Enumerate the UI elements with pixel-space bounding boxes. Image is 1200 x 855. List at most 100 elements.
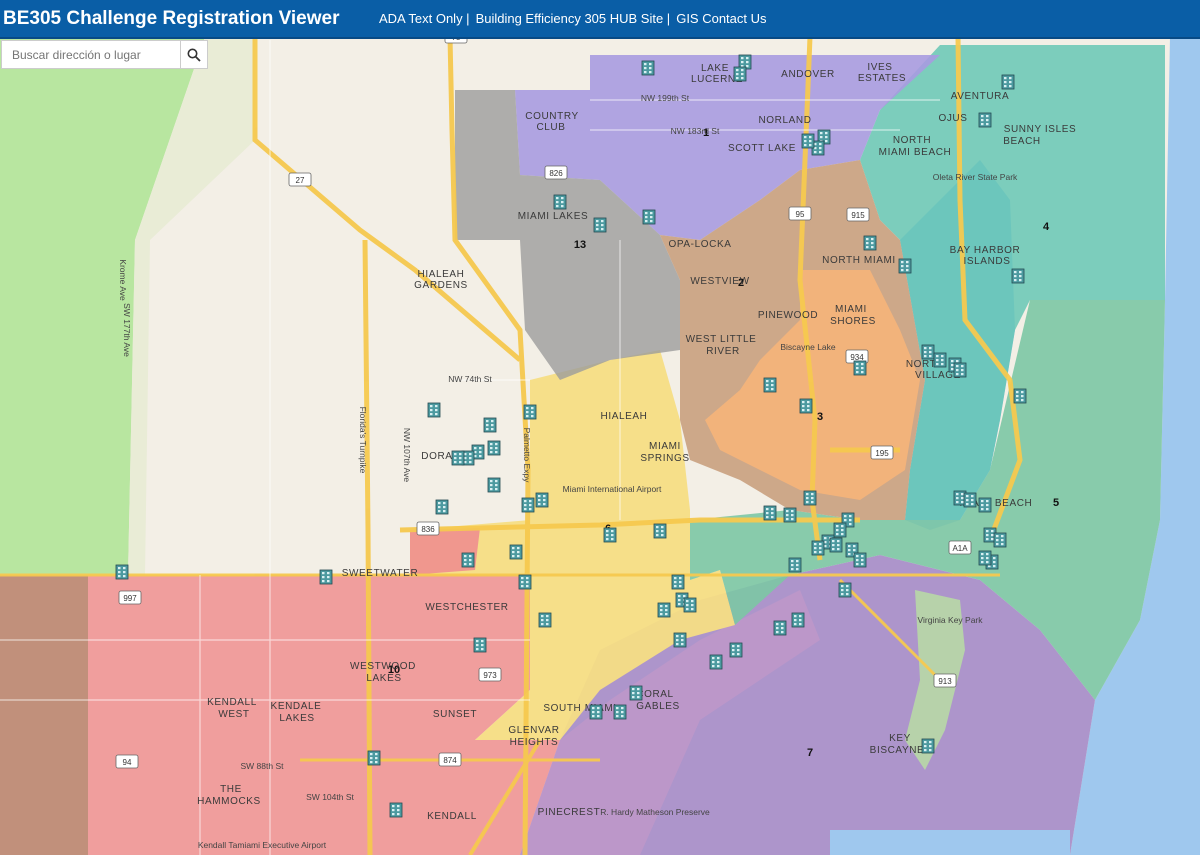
map-canvas[interactable]: 1 2 3 4 5 6 7 10 13 LAKE LUCERNE ANDOVER…: [0, 37, 1200, 855]
place-label: WEST: [218, 709, 249, 720]
building-icon[interactable]: [115, 564, 129, 580]
building-icon[interactable]: [763, 505, 777, 521]
search-button[interactable]: [180, 41, 207, 68]
building-icon[interactable]: [783, 507, 797, 523]
building-icon[interactable]: [642, 209, 656, 225]
building-icon[interactable]: [435, 499, 449, 515]
building-icon[interactable]: [319, 569, 333, 585]
building-icon[interactable]: [487, 440, 501, 456]
district-7-label: 7: [807, 747, 813, 759]
building-icon[interactable]: [535, 492, 549, 508]
building-icon[interactable]: [801, 133, 815, 149]
building-icon[interactable]: [451, 450, 465, 466]
highway-shield-label: 95: [796, 210, 805, 219]
place-label: BAY HARBOR: [950, 245, 1021, 256]
building-icon[interactable]: [803, 490, 817, 506]
building-icon[interactable]: [589, 704, 603, 720]
building-icon[interactable]: [978, 112, 992, 128]
place-label: NORTH: [893, 135, 931, 146]
building-icon[interactable]: [953, 362, 967, 378]
building-icon[interactable]: [993, 532, 1007, 548]
place-label: SUNNY ISLES: [1004, 124, 1077, 135]
building-icon[interactable]: [709, 654, 723, 670]
building-icon[interactable]: [733, 66, 747, 82]
place-label: MIAMI LAKES: [518, 211, 589, 222]
building-icon[interactable]: [1013, 388, 1027, 404]
building-icon[interactable]: [773, 620, 787, 636]
building-icon[interactable]: [853, 360, 867, 376]
district-3-label: 3: [817, 411, 823, 423]
building-icon[interactable]: [729, 642, 743, 658]
building-icon[interactable]: [978, 550, 992, 566]
highway-shield-label: 836: [421, 525, 435, 534]
building-icon[interactable]: [367, 750, 381, 766]
place-label: GABLES: [636, 701, 680, 712]
building-icon[interactable]: [657, 602, 671, 618]
district-13-label: 13: [574, 239, 586, 251]
building-icon[interactable]: [788, 557, 802, 573]
building-icon[interactable]: [683, 597, 697, 613]
building-icon[interactable]: [603, 527, 617, 543]
search-input[interactable]: [2, 41, 181, 68]
map-view[interactable]: 1 2 3 4 5 6 7 10 13 LAKE LUCERNE ANDOVER…: [0, 37, 1200, 855]
building-icon[interactable]: [838, 582, 852, 598]
building-icon[interactable]: [921, 738, 935, 754]
building-icon[interactable]: [483, 417, 497, 433]
highway-shield-label: A1A: [952, 544, 968, 553]
building-icon[interactable]: [921, 344, 935, 360]
place-label: LAKES: [366, 673, 401, 684]
road-label: NW 74th St: [448, 374, 492, 384]
gis-contact-link[interactable]: GIS Contact Us: [676, 11, 766, 26]
highway-shield-icon: 826: [544, 165, 568, 180]
building-icon[interactable]: [509, 544, 523, 560]
highway-shield-icon: 836: [416, 521, 440, 536]
place-label: BISCAYNE: [870, 745, 925, 756]
place-label: MIAMI: [835, 304, 867, 315]
district-5-label: 5: [1053, 497, 1059, 509]
place-label: WEST LITTLE: [686, 334, 757, 345]
building-icon[interactable]: [487, 477, 501, 493]
building-icon[interactable]: [898, 258, 912, 274]
building-icon[interactable]: [811, 540, 825, 556]
place-label: WESTWOOD: [350, 661, 416, 672]
building-icon[interactable]: [427, 402, 441, 418]
building-icon[interactable]: [799, 398, 813, 414]
building-icon[interactable]: [629, 685, 643, 701]
building-icon[interactable]: [853, 552, 867, 568]
airport-label: Kendall Tamiami Executive Airport: [198, 840, 327, 850]
building-icon[interactable]: [521, 497, 535, 513]
building-icon[interactable]: [461, 552, 475, 568]
building-icon[interactable]: [763, 377, 777, 393]
building-icon[interactable]: [538, 612, 552, 628]
building-icon[interactable]: [933, 352, 947, 368]
building-icon[interactable]: [671, 574, 685, 590]
building-icon[interactable]: [593, 217, 607, 233]
be305-hub-link[interactable]: Building Efficiency 305 HUB Site |: [476, 11, 671, 26]
building-icon[interactable]: [833, 522, 847, 538]
building-icon[interactable]: [389, 802, 403, 818]
building-icon[interactable]: [1011, 268, 1025, 284]
building-icon[interactable]: [553, 194, 567, 210]
building-icon[interactable]: [963, 492, 977, 508]
building-icon[interactable]: [829, 537, 843, 553]
place-label: GARDENS: [414, 280, 468, 291]
park-label: Virginia Key Park: [917, 615, 983, 625]
building-icon[interactable]: [1001, 74, 1015, 90]
building-icon[interactable]: [653, 523, 667, 539]
building-icon[interactable]: [613, 704, 627, 720]
place-label: SPRINGS: [640, 453, 689, 464]
building-icon[interactable]: [673, 632, 687, 648]
building-icon[interactable]: [641, 60, 655, 76]
highway-shield-icon: 94: [115, 754, 139, 769]
building-icon[interactable]: [863, 235, 877, 251]
building-icon[interactable]: [791, 612, 805, 628]
building-icon[interactable]: [978, 497, 992, 513]
building-icon[interactable]: [473, 637, 487, 653]
building-icon[interactable]: [518, 574, 532, 590]
top-bar: BE305 Challenge Registration Viewer ADA …: [0, 0, 1200, 39]
place-label: PINEWOOD: [758, 310, 818, 321]
park-label: R. Hardy Matheson Preserve: [600, 807, 710, 817]
bay-south: [830, 830, 1070, 855]
ada-text-only-link[interactable]: ADA Text Only |: [379, 11, 470, 26]
building-icon[interactable]: [523, 404, 537, 420]
